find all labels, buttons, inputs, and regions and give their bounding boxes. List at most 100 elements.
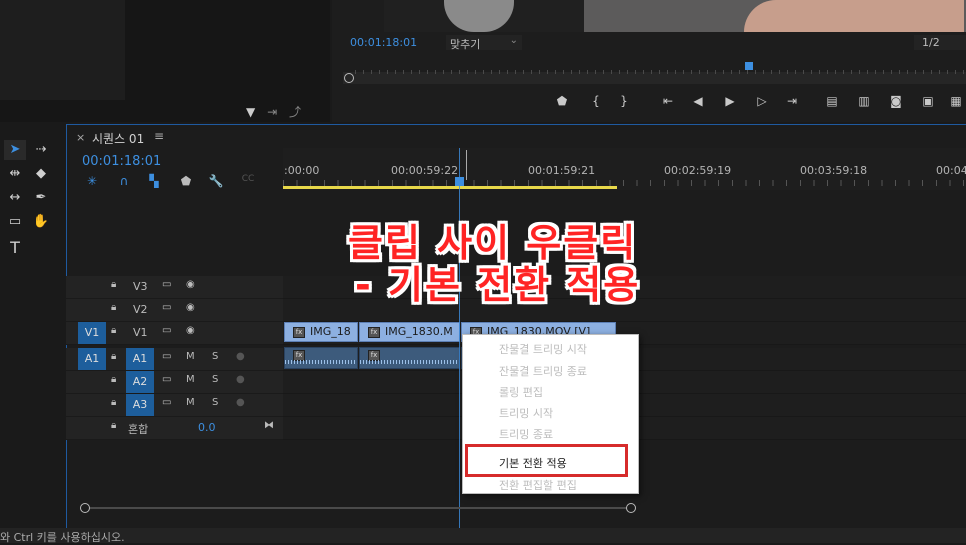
mute-button[interactable]: M	[186, 374, 195, 385]
mute-button[interactable]: M	[186, 351, 195, 362]
track-select-tool-icon[interactable]: ⇢	[30, 140, 52, 160]
scrubber-start-knob[interactable]	[344, 73, 354, 83]
step-back-icon[interactable]: ◀	[688, 92, 708, 110]
program-playhead[interactable]	[745, 62, 753, 70]
add-marker-icon[interactable]: ⬟	[552, 92, 572, 110]
settings-icon[interactable]: ▦	[946, 92, 966, 110]
track-name[interactable]: V1	[133, 326, 148, 339]
ruler-label: 00:02:59:19	[664, 164, 732, 177]
track-name[interactable]: V3	[133, 280, 148, 293]
lock-icon[interactable]: 🔒︎	[111, 325, 116, 336]
pen-tool-icon[interactable]: ✒	[30, 188, 52, 208]
close-icon[interactable]: ×	[76, 131, 85, 144]
mark-in-icon[interactable]: {	[586, 92, 606, 110]
sync-lock-icon[interactable]: ▭	[162, 374, 171, 385]
menu-item-trim-end[interactable]: 트리밍 종료	[499, 426, 553, 442]
timeline-timecode[interactable]: 00:01:18:01	[82, 154, 161, 169]
video-clip[interactable]: fx IMG_18	[284, 322, 358, 342]
fit-select[interactable]: 맞추기 ⌄	[446, 35, 522, 51]
ripple-edit-tool-icon[interactable]: ⇹	[4, 164, 26, 184]
mix-volume-value[interactable]: 0.0	[198, 421, 216, 434]
export-icon[interactable]: ⤴	[289, 105, 301, 119]
slip-tool-icon[interactable]: ↔	[4, 188, 26, 208]
track-name[interactable]: A2	[126, 371, 154, 393]
insert-icon[interactable]: ⇥	[267, 105, 277, 119]
selection-tool-icon[interactable]: ➤	[4, 140, 26, 160]
lift-icon[interactable]: ▤	[822, 92, 842, 110]
resolution-value: 1/2	[922, 36, 940, 49]
eye-icon[interactable]: ◉	[186, 325, 195, 336]
resolution-select[interactable]: 1/2	[914, 35, 966, 50]
audio-clip[interactable]: fx	[284, 347, 358, 369]
mark-out-icon[interactable]: }	[614, 92, 634, 110]
camera-icon[interactable]: ◙	[886, 92, 906, 110]
clip-name: IMG_1830.M	[385, 325, 453, 338]
extract-icon[interactable]: ▥	[854, 92, 874, 110]
filter-icon[interactable]: ▼	[246, 105, 255, 119]
track-header-a2: 🔒︎ A2 ▭ M S ●	[66, 371, 283, 394]
lock-icon[interactable]: 🔒︎	[111, 279, 116, 290]
timeline-tab-title[interactable]: 시퀀스 01	[92, 130, 144, 147]
razor-tool-icon[interactable]: ◆	[30, 164, 52, 184]
eye-icon[interactable]: ◉	[186, 279, 195, 290]
play-icon[interactable]: ▶	[720, 92, 740, 110]
go-to-in-icon[interactable]: ⇤	[658, 92, 678, 110]
compare-icon[interactable]: ▣	[918, 92, 938, 110]
tools-panel: ➤ ⇢ ⇹ ◆ ↔ ✒ ▭ ✋ T	[0, 134, 62, 434]
menu-item-rolling-edit[interactable]: 롤링 편집	[499, 384, 543, 400]
scrollbar-left-knob[interactable]	[80, 503, 90, 513]
menu-item-transition-edit[interactable]: 전환 편집할 편집	[499, 477, 577, 493]
track-name[interactable]: A1	[126, 348, 154, 370]
track-name[interactable]: V2	[133, 303, 148, 316]
audio-waveform	[360, 360, 459, 364]
video-clip[interactable]: fx IMG_1830.M	[359, 322, 460, 342]
go-to-out-icon[interactable]: ⇥	[782, 92, 802, 110]
microphone-icon[interactable]: ●	[236, 374, 245, 385]
source-patch-a1[interactable]: A1	[78, 348, 106, 370]
lock-icon[interactable]: 🔒︎	[111, 397, 116, 408]
ruler-label: 00:03:59:18	[800, 164, 868, 177]
hand-tool-icon[interactable]: ✋	[30, 212, 52, 232]
rectangle-tool-icon[interactable]: ▭	[4, 212, 26, 232]
sync-lock-icon[interactable]: ▭	[162, 302, 171, 313]
solo-button[interactable]: S	[212, 351, 218, 362]
work-area-bar[interactable]	[283, 186, 617, 189]
solo-button[interactable]: S	[212, 397, 218, 408]
eye-icon[interactable]: ◉	[186, 302, 195, 313]
lock-icon[interactable]: 🔒︎	[111, 302, 116, 313]
snap-icon[interactable]: ∩	[116, 174, 132, 188]
scrollbar-right-knob[interactable]	[626, 503, 636, 513]
mute-button[interactable]: M	[186, 397, 195, 408]
playhead-handle[interactable]	[455, 177, 464, 186]
lock-icon[interactable]: 🔒︎	[111, 374, 116, 385]
microphone-icon[interactable]: ●	[236, 397, 245, 408]
lock-icon[interactable]: 🔒︎	[111, 351, 116, 362]
lock-icon[interactable]: 🔒︎	[111, 420, 116, 431]
program-timecode[interactable]: 00:01:18:01	[350, 36, 417, 49]
sync-lock-icon[interactable]: ▭	[162, 325, 171, 336]
fx-badge: fx	[368, 327, 380, 338]
captions-icon[interactable]: CC	[240, 174, 256, 184]
solo-button[interactable]: S	[212, 374, 218, 385]
linked-selection-icon[interactable]: ▚	[146, 174, 162, 188]
timeline-zoom-scrollbar[interactable]	[80, 503, 636, 513]
source-patch-v1[interactable]: V1	[78, 322, 106, 344]
track-name[interactable]: A3	[126, 394, 154, 416]
track-header-v1: V1 🔒︎ V1 ▭ ◉	[66, 322, 283, 345]
menu-icon[interactable]: ≡	[154, 129, 164, 143]
sync-lock-icon[interactable]: ▭	[162, 351, 171, 362]
sync-lock-icon[interactable]: ▭	[162, 279, 171, 290]
audio-clip[interactable]: fx	[359, 347, 460, 369]
step-forward-icon[interactable]: ▷	[752, 92, 772, 110]
wrench-icon[interactable]: 🔧	[208, 174, 224, 188]
menu-item-trim-start[interactable]: 트리밍 시작	[499, 405, 553, 421]
bowtie-icon[interactable]: ⧓	[264, 420, 274, 431]
add-marker-icon[interactable]: ⬟	[178, 174, 194, 188]
type-tool-icon[interactable]: T	[4, 238, 26, 258]
microphone-icon[interactable]: ●	[236, 351, 245, 362]
ruler-label: :00:00	[284, 164, 320, 177]
nest-icon[interactable]: ✳	[84, 174, 100, 188]
sync-lock-icon[interactable]: ▭	[162, 397, 171, 408]
menu-item-ripple-trim-start[interactable]: 잔물결 트리밍 시작	[499, 341, 587, 357]
menu-item-ripple-trim-end[interactable]: 잔물결 트리밍 종료	[499, 363, 587, 379]
